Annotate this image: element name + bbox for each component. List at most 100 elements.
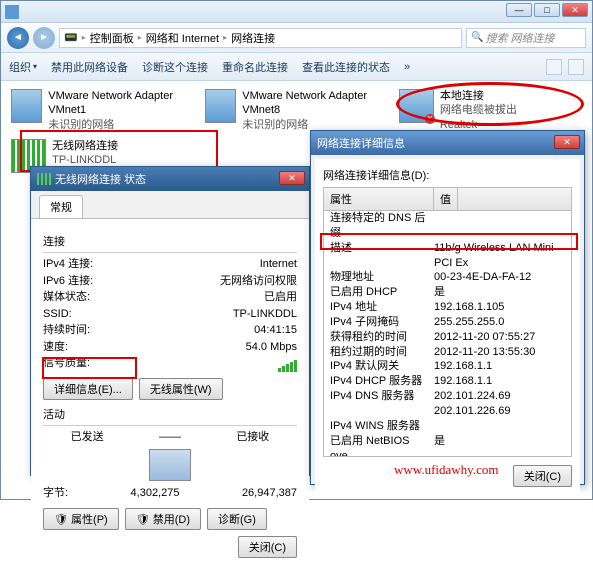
- property-row[interactable]: IPv4 DHCP 服务器192.168.1.1: [324, 374, 571, 389]
- view-icon[interactable]: [546, 59, 562, 75]
- prop-label: 媒体状态:: [43, 289, 90, 306]
- breadcrumb-icon: 📟: [64, 31, 78, 44]
- bytes-sent: 4,302,275: [131, 485, 180, 502]
- dialog-close-button[interactable]: ✕: [279, 171, 305, 185]
- property-row[interactable]: IPv4 子网掩码255.255.255.0: [324, 315, 571, 330]
- prop-label: IPv6 连接:: [43, 273, 93, 290]
- breadcrumb[interactable]: 📟 ▸ 控制面板 ▸ 网络和 Internet ▸ 网络连接: [59, 28, 462, 48]
- help-icon[interactable]: [568, 59, 584, 75]
- property-row[interactable]: IPv4 WINS 服务器: [324, 419, 571, 434]
- shield-icon: 🛡: [136, 514, 150, 526]
- prop-label: IPv4 连接:: [43, 256, 93, 273]
- properties-list[interactable]: 属性 值 连接特定的 DNS 后缀描述11b/g Wireless LAN Mi…: [323, 187, 572, 457]
- maximize-button[interactable]: □: [534, 3, 560, 17]
- watermark: www.ufidawhy.com: [394, 462, 498, 478]
- property-row[interactable]: 202.101.226.69: [324, 404, 571, 419]
- prop-val: 是: [434, 285, 571, 300]
- dialog-titlebar[interactable]: 无线网络连接 状态: [31, 167, 309, 191]
- breadcrumb-seg[interactable]: 网络和 Internet: [146, 30, 219, 46]
- prop-key: IPv4 DHCP 服务器: [324, 374, 434, 389]
- search-placeholder: 搜索 网络连接: [485, 30, 554, 46]
- details-button[interactable]: 详细信息(E)...: [43, 378, 133, 400]
- organize-menu[interactable]: 组织: [9, 59, 37, 75]
- prop-key: IPv4 DNS 服务器: [324, 389, 434, 404]
- disable-button[interactable]: 🛡 禁用(D): [125, 508, 201, 530]
- prop-key: IPv4 默认网关: [324, 359, 434, 374]
- dialog-title: 无线网络连接 状态: [55, 171, 146, 187]
- col-value: 值: [434, 188, 458, 210]
- wifi-status-dialog: 无线网络连接 状态 ✕ 常规 连接 IPv4 连接:Internet IPv6 …: [30, 166, 310, 476]
- breadcrumb-seg[interactable]: 控制面板: [90, 30, 134, 46]
- adapter-vmnet1[interactable]: VMware Network Adapter VMnet1 未识别的网络: [7, 85, 187, 136]
- view-status-button[interactable]: 查看此连接的状态: [302, 59, 390, 75]
- bytes-recv: 26,947,387: [242, 485, 297, 502]
- breadcrumb-sep: ▸: [82, 33, 86, 42]
- dash: ——: [159, 429, 181, 446]
- property-row[interactable]: 物理地址00-23-4E-DA-FA-12: [324, 270, 571, 285]
- property-row[interactable]: IPv4 默认网关192.168.1.1: [324, 359, 571, 374]
- prop-val: 192.168.1.105: [434, 300, 571, 315]
- back-button[interactable]: ◄: [7, 27, 29, 49]
- prop-key: 已启用 DHCP: [324, 285, 434, 300]
- details-header: 网络连接详细信息(D):: [323, 167, 572, 183]
- prop-label: 速度:: [43, 339, 68, 356]
- breadcrumb-seg[interactable]: 网络连接: [231, 30, 275, 46]
- adapter-vmnet8[interactable]: VMware Network Adapter VMnet8 未识别的网络: [201, 85, 381, 136]
- diagnose-button[interactable]: 诊断这个连接: [142, 59, 208, 75]
- prop-key: IPv4 WINS 服务器: [324, 419, 434, 434]
- shield-icon: 🛡: [54, 514, 68, 526]
- navbar: ◄ ► 📟 ▸ 控制面板 ▸ 网络和 Internet ▸ 网络连接 搜索 网络…: [1, 23, 592, 53]
- property-row[interactable]: 已启用 NetBIOS ove...是: [324, 434, 571, 457]
- wifi-properties-button[interactable]: 无线属性(W): [139, 378, 223, 400]
- prop-val: [434, 419, 571, 434]
- adapter-name: VMware Network Adapter VMnet1: [48, 89, 183, 118]
- close-button[interactable]: 关闭(C): [513, 465, 572, 487]
- toolbar-overflow[interactable]: »: [404, 61, 410, 73]
- annotation-circle: [396, 82, 584, 126]
- property-row[interactable]: 获得租约的时间2012-11-20 07:55:27: [324, 330, 571, 345]
- disable-device-button[interactable]: 禁用此网络设备: [51, 59, 128, 75]
- window-icon: [5, 5, 19, 19]
- diagnose-button[interactable]: 诊断(G): [207, 508, 267, 530]
- prop-val: 255.255.255.0: [434, 315, 571, 330]
- prop-value: 已启用: [264, 289, 297, 306]
- btn-label: 属性(P): [71, 514, 108, 526]
- toolbar: 组织 禁用此网络设备 诊断这个连接 重命名此连接 查看此连接的状态 »: [1, 53, 592, 81]
- prop-value: 04:41:15: [254, 322, 297, 339]
- prop-key: 获得租约的时间: [324, 330, 434, 345]
- property-row[interactable]: IPv4 DNS 服务器202.101.224.69: [324, 389, 571, 404]
- search-input[interactable]: 搜索 网络连接: [466, 28, 586, 48]
- recv-label: 已接收: [236, 429, 269, 446]
- prop-val: 192.168.1.1: [434, 359, 571, 374]
- titlebar[interactable]: — □ ✕: [1, 1, 592, 23]
- prop-value: TP-LINKDDL: [233, 306, 297, 323]
- prop-key: IPv4 子网掩码: [324, 315, 434, 330]
- annotation-highlight: [320, 233, 578, 250]
- prop-val: 192.168.1.1: [434, 374, 571, 389]
- close-button[interactable]: ✕: [562, 3, 588, 17]
- tab-general[interactable]: 常规: [39, 195, 83, 218]
- bytes-label: 字节:: [43, 485, 68, 502]
- dialog-titlebar[interactable]: 网络连接详细信息: [311, 131, 584, 155]
- prop-val: 202.101.224.69: [434, 389, 571, 404]
- prop-key: IPv4 地址: [324, 300, 434, 315]
- rename-button[interactable]: 重命名此连接: [222, 59, 288, 75]
- adapter-name: VMware Network Adapter VMnet8: [242, 89, 377, 118]
- annotation-highlight: [42, 357, 137, 379]
- dialog-close-button[interactable]: ✕: [554, 135, 580, 149]
- wifi-icon: [37, 173, 51, 185]
- forward-button[interactable]: ►: [33, 27, 55, 49]
- sent-label: 已发送: [71, 429, 104, 446]
- dialog-title: 网络连接详细信息: [317, 135, 405, 151]
- property-row[interactable]: 已启用 DHCP是: [324, 285, 571, 300]
- properties-button[interactable]: 🛡 属性(P): [43, 508, 119, 530]
- prop-key: [324, 404, 434, 419]
- prop-key: 已启用 NetBIOS ove...: [324, 434, 434, 457]
- property-row[interactable]: IPv4 地址192.168.1.105: [324, 300, 571, 315]
- section-label: 连接: [43, 233, 297, 249]
- close-button[interactable]: 关闭(C): [238, 536, 297, 558]
- property-row[interactable]: 租约过期的时间2012-11-20 13:55:30: [324, 345, 571, 360]
- prop-key: 物理地址: [324, 270, 434, 285]
- minimize-button[interactable]: —: [506, 3, 532, 17]
- prop-val: 00-23-4E-DA-FA-12: [434, 270, 571, 285]
